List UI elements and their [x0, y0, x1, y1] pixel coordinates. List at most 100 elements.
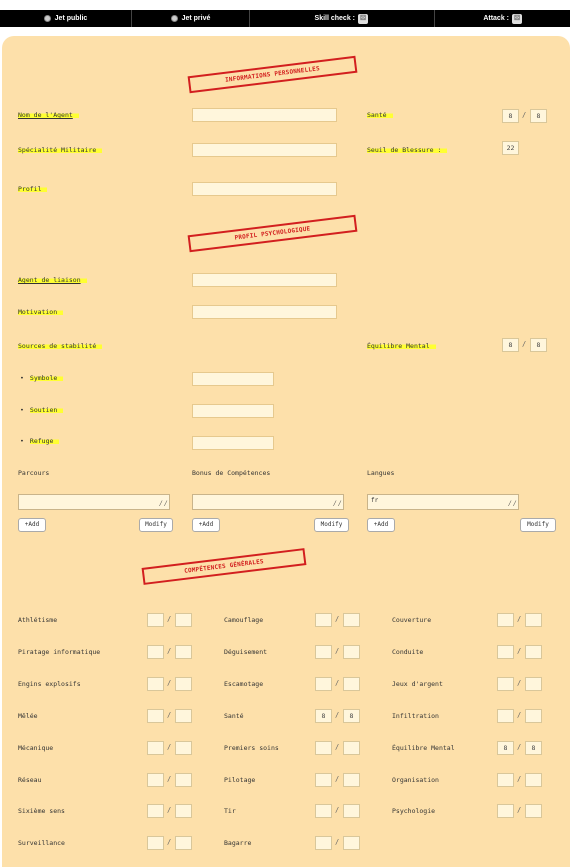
slash-separator: / — [167, 806, 172, 814]
motivation-input[interactable] — [192, 305, 337, 319]
skill-name: Jeux d'argent — [392, 680, 443, 688]
radio-icon[interactable] — [170, 15, 178, 22]
agent-name-input[interactable] — [192, 108, 337, 122]
skill-value-field[interactable] — [497, 677, 514, 691]
public-roll-option[interactable]: Jet public — [0, 10, 132, 27]
parcours-modify-button[interactable]: Modify — [139, 518, 173, 532]
skill-name: Camouflage — [224, 616, 264, 624]
skill-value-field[interactable] — [147, 804, 164, 818]
skill-value-field[interactable] — [497, 613, 514, 627]
skill-value-field[interactable] — [497, 709, 514, 723]
skill-max-field[interactable] — [525, 804, 542, 818]
skill-name: Conduite — [392, 648, 424, 656]
skill-max-field[interactable] — [525, 677, 542, 691]
roll-toolbar: Jet public Jet privé Skill check : ⚄ Att… — [0, 10, 570, 27]
skill-max-field[interactable] — [525, 773, 542, 787]
section-title-personal: INFORMATIONS PERSONNELLES — [187, 55, 358, 94]
skill-value-field[interactable] — [147, 741, 164, 755]
skill-max-field[interactable] — [343, 836, 360, 850]
resize-grip-icon[interactable]: ⁄⁄ — [332, 500, 342, 508]
langues-add-button[interactable]: +Add — [367, 518, 395, 532]
skill-name: Équilibre Mental — [392, 744, 455, 752]
health-max-field[interactable]: 8 — [530, 109, 547, 123]
bonus-textarea[interactable]: ⁄⁄ — [192, 494, 344, 510]
skill-max-field[interactable] — [175, 773, 192, 787]
skill-value-field[interactable] — [315, 741, 332, 755]
skill-value-field[interactable] — [497, 773, 514, 787]
skill-max-field[interactable] — [525, 709, 542, 723]
skill-max-field[interactable] — [175, 645, 192, 659]
health-current-field[interactable]: 8 — [502, 109, 519, 123]
attack-label: Attack : — [483, 15, 509, 22]
profile-input[interactable] — [192, 182, 337, 196]
bonus-add-button[interactable]: +Add — [192, 518, 220, 532]
skill-max-field[interactable] — [525, 645, 542, 659]
skill-name: Réseau — [18, 776, 42, 784]
skill-value-field[interactable] — [315, 804, 332, 818]
skill-value-field[interactable] — [147, 836, 164, 850]
skill-max-field[interactable] — [525, 613, 542, 627]
skill-max-field[interactable] — [175, 804, 192, 818]
refuge-input[interactable] — [192, 436, 274, 450]
skill-max-field[interactable] — [175, 613, 192, 627]
skill-max-field[interactable] — [343, 804, 360, 818]
skill-max-field[interactable] — [175, 836, 192, 850]
skill-value-field[interactable] — [147, 677, 164, 691]
specialty-input[interactable] — [192, 143, 337, 157]
slash-separator: / — [335, 679, 340, 687]
skill-value-field[interactable] — [315, 613, 332, 627]
wound-threshold-field[interactable]: 22 — [502, 141, 519, 155]
section-title-skills: COMPÉTENCES GÉNÉRALES — [141, 548, 307, 585]
skill-value-field[interactable] — [315, 773, 332, 787]
skill-value-field[interactable] — [497, 804, 514, 818]
dice-icon[interactable]: ⚄ — [358, 13, 368, 24]
symbole-input[interactable] — [192, 372, 274, 386]
health-label: Santé — [367, 111, 393, 120]
skill-value-field[interactable] — [315, 645, 332, 659]
slash-separator: / — [335, 615, 340, 623]
slash-separator: / — [517, 775, 522, 783]
langues-textarea[interactable]: fr ⁄⁄ — [367, 494, 519, 510]
mental-current-field[interactable]: 8 — [502, 338, 519, 352]
skill-max-field[interactable]: 8 — [525, 741, 542, 755]
skill-value-field[interactable]: 8 — [497, 741, 514, 755]
skill-value-field[interactable] — [147, 709, 164, 723]
skill-name: Mêlée — [18, 712, 38, 720]
bonus-modify-button[interactable]: Modify — [314, 518, 349, 532]
parcours-textarea[interactable]: ⁄⁄ — [18, 494, 170, 510]
skill-check: Skill check : ⚄ — [250, 10, 435, 27]
langues-modify-button[interactable]: Modify — [520, 518, 556, 532]
slash-separator: / — [335, 743, 340, 751]
skill-max-field[interactable] — [175, 709, 192, 723]
radio-icon[interactable] — [43, 15, 51, 22]
skill-name: Infiltration — [392, 712, 439, 720]
specialty-label: Spécialité Militaire — [18, 146, 103, 155]
skill-max-field[interactable] — [175, 741, 192, 755]
skill-value-field[interactable]: 8 — [315, 709, 332, 723]
skill-value-field[interactable] — [315, 836, 332, 850]
liaison-input[interactable] — [192, 273, 337, 287]
skill-max-field[interactable] — [343, 645, 360, 659]
soutien-input[interactable] — [192, 404, 274, 418]
skill-value-field[interactable] — [147, 645, 164, 659]
parcours-label: Parcours — [18, 469, 50, 477]
dice-icon[interactable]: ⚄ — [512, 13, 522, 24]
mental-max-field[interactable]: 8 — [530, 338, 547, 352]
private-roll-option[interactable]: Jet privé — [132, 10, 250, 27]
skill-max-field[interactable]: 8 — [343, 709, 360, 723]
skill-max-field[interactable] — [343, 613, 360, 627]
skill-max-field[interactable] — [343, 677, 360, 691]
skill-value-field[interactable] — [147, 613, 164, 627]
skill-max-field[interactable] — [343, 773, 360, 787]
slash-separator: / — [167, 711, 172, 719]
skill-value-field[interactable] — [315, 677, 332, 691]
skill-value-field[interactable] — [147, 773, 164, 787]
skill-value-field[interactable] — [497, 645, 514, 659]
resize-grip-icon[interactable]: ⁄⁄ — [507, 500, 517, 508]
parcours-add-button[interactable]: +Add — [18, 518, 46, 532]
slash-separator: / — [522, 111, 527, 119]
skill-max-field[interactable] — [343, 741, 360, 755]
skill-max-field[interactable] — [175, 677, 192, 691]
resize-grip-icon[interactable]: ⁄⁄ — [158, 500, 168, 508]
langues-value: fr — [371, 497, 379, 504]
